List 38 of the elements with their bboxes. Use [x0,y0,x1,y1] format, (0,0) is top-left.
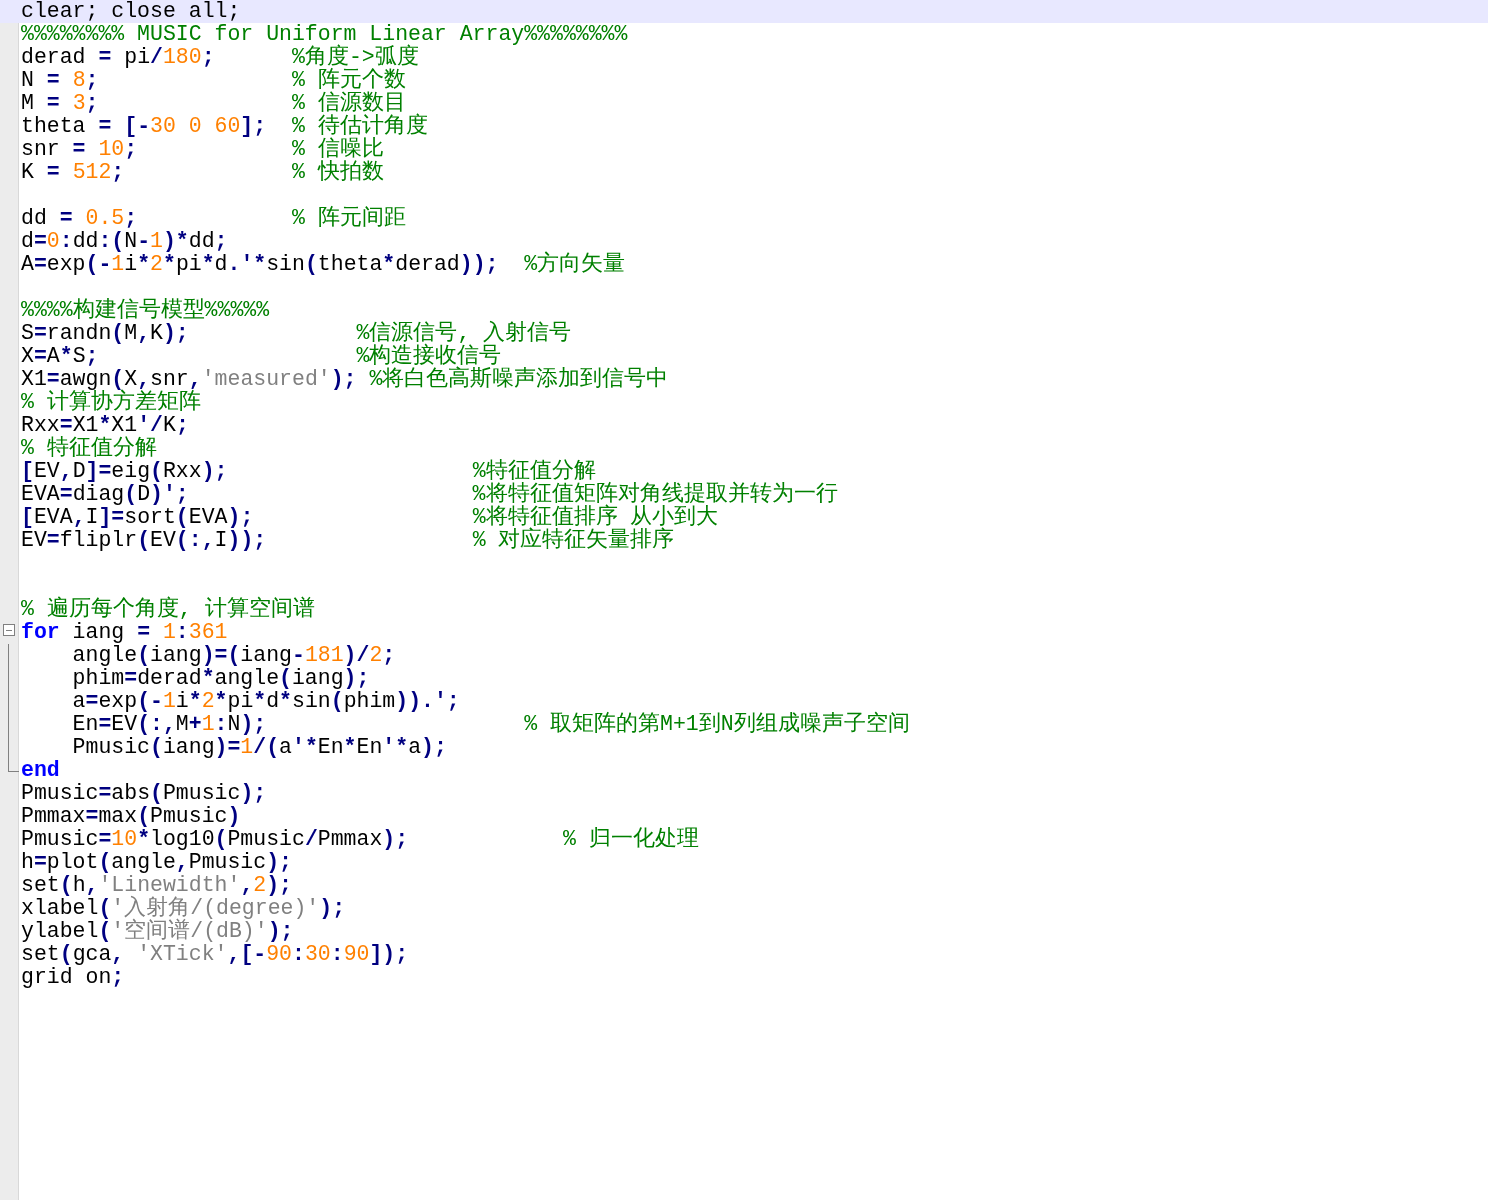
fold-minus-icon[interactable] [3,624,15,636]
code-line: set(gca, 'XTick',[-90:30:90]); [21,943,409,966]
code-line: Pmmax=max(Pmusic) [21,805,241,828]
code-line: EVA=diag(D)'; %将特征值矩阵对角线提取并转为一行 [21,483,838,506]
code-line: K = 512; % 快拍数 [21,161,384,184]
code-line: % 遍历每个角度, 计算空间谱 [21,598,315,621]
code-line: [EV,D]=eig(Rxx); %特征值分解 [21,460,596,483]
code-line: snr = 10; % 信噪比 [21,138,384,161]
code-line: angle(iang)=(iang-181)/2; [71,644,396,667]
code-line: a=exp(-1i*2*pi*d*sin(phim)).'; [71,690,460,713]
code-line: for iang = 1:361 [21,621,228,644]
code-line: Pmusic(iang)=1/(a'*En*En'*a); [71,736,447,759]
code-line: end [21,759,60,782]
fold-end-icon [8,759,19,772]
code-line: theta = [-30 0 60]; % 待估计角度 [21,115,428,138]
code-line: %%%%构建信号模型%%%%% [21,299,270,322]
code-line: Pmusic=10*log10(Pmusic/Pmmax); % 归一化处理 [21,828,699,851]
code-line: En=EV(:,M+1:N); % 取矩阵的第M+1到N列组成噪声子空间 [71,713,910,736]
code-line: derad = pi/180; %角度->弧度 [21,46,419,69]
code-line: % 计算协方差矩阵 [21,391,201,414]
code-line: Rxx=X1*X1'/K; [21,414,189,437]
code-line: set(h,'Linewidth',2); [21,874,292,897]
code-line: M = 3; % 信源数目 [21,92,406,115]
code-line: S=randn(M,K); %信源信号, 入射信号 [21,322,572,345]
code-line: clear; close all; [21,0,241,23]
code-line: grid on; [21,966,125,989]
code-line: N = 8; % 阵元个数 [21,69,406,92]
code-line: A=exp(-1i*2*pi*d.'*sin(theta*derad)); %方向矢量 [21,253,626,276]
code-line: Pmusic=abs(Pmusic); [21,782,267,805]
code-line: % 特征值分解 [21,437,157,460]
code-line: xlabel('入射角/(degree)'); [21,897,346,920]
code-line: h=plot(angle,Pmusic); [21,851,292,874]
code-line: [EVA,I]=sort(EVA); %将特征值排序 从小到大 [21,506,719,529]
code-line: d=0:dd:(N-1)*dd; [21,230,228,253]
code-line: phim=derad*angle(iang); [71,667,370,690]
code-line: dd = 0.5; % 阵元间距 [21,207,406,230]
code-line: EV=fliplr(EV(:,I)); % 对应特征矢量排序 [21,529,675,552]
code-line: X=A*S; %构造接收信号 [21,345,502,368]
